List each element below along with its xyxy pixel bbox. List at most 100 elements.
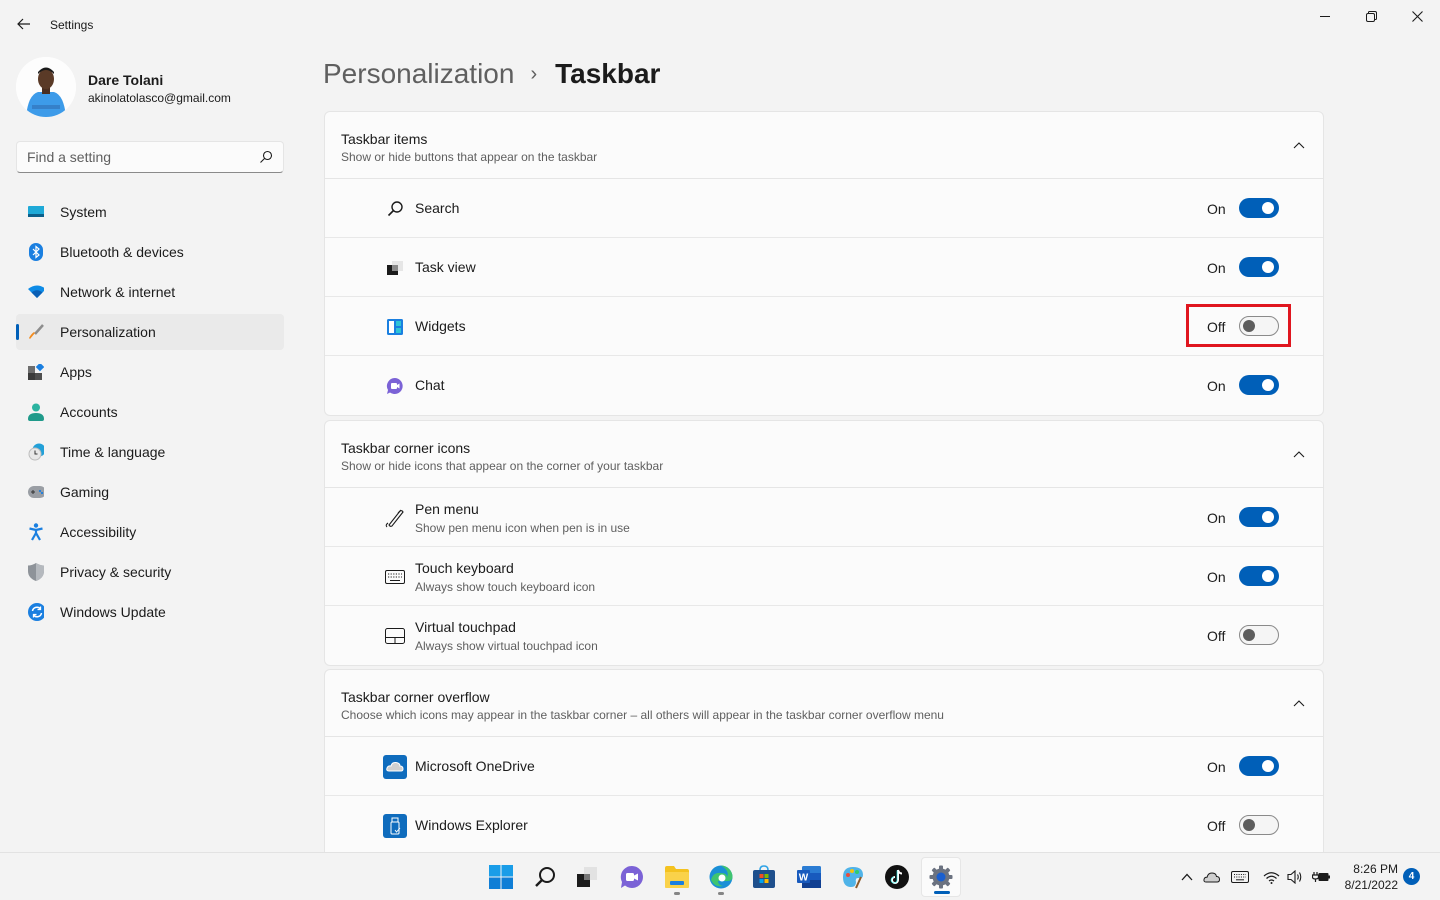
chevron-up-icon[interactable] [1291, 448, 1307, 460]
onedrive-tray-icon[interactable] [1203, 867, 1220, 887]
close-button[interactable] [1394, 0, 1440, 32]
taskbar-store-button[interactable] [744, 857, 784, 897]
apps-icon [28, 364, 44, 380]
running-indicator [718, 892, 724, 895]
sidebar-item-label: Gaming [60, 484, 110, 500]
toggle-state-label: On [1207, 510, 1226, 526]
svg-text:W: W [799, 873, 809, 884]
setting-title: Search [415, 200, 460, 216]
toggle-state-label: Off [1207, 628, 1226, 644]
arrow-left-icon [17, 18, 30, 30]
search-icon [385, 199, 405, 219]
widgets-toggle[interactable] [1239, 316, 1279, 336]
show-hidden-icons-chevron-icon[interactable] [1181, 867, 1193, 887]
running-indicator [674, 892, 680, 895]
taskbar-paint-button[interactable] [833, 857, 873, 897]
paintbrush-icon [28, 324, 44, 340]
section-header[interactable]: Taskbar items Show or hide buttons that … [325, 112, 1323, 179]
onedrive-toggle[interactable] [1239, 756, 1279, 776]
taskbar-clock[interactable]: 8:26 PM 8/21/2022 [1336, 861, 1398, 893]
sidebar-item-label: Network & internet [60, 284, 176, 300]
setting-row-onedrive: Microsoft OneDrive On [325, 737, 1323, 796]
task-view-toggle[interactable] [1239, 257, 1279, 277]
virtual-touchpad-toggle[interactable] [1239, 625, 1279, 645]
chevron-up-icon[interactable] [1291, 139, 1307, 151]
setting-title: Widgets [415, 318, 466, 334]
volume-icon[interactable] [1287, 867, 1304, 887]
taskbar-edge-button[interactable] [701, 857, 741, 897]
section-title: Taskbar corner overflow [341, 689, 490, 705]
sidebar-item-accounts[interactable]: Accounts [16, 394, 284, 430]
wifi-icon[interactable] [1263, 867, 1280, 887]
toggle-state-label: On [1207, 378, 1226, 394]
sidebar-item-time-language[interactable]: Time & language [16, 434, 284, 470]
taskbar-start-button[interactable] [481, 857, 521, 897]
taskbar-file-explorer-button[interactable] [657, 857, 697, 897]
touch-keyboard-tray-icon[interactable] [1231, 867, 1249, 887]
chat-toggle[interactable] [1239, 375, 1279, 395]
sidebar-item-personalization[interactable]: Personalization [16, 314, 284, 350]
sidebar-item-network[interactable]: Network & internet [16, 274, 284, 310]
back-button[interactable] [12, 12, 36, 36]
minimize-button[interactable] [1302, 0, 1348, 32]
chat-icon [620, 865, 643, 888]
taskbar-word-button[interactable]: W [789, 857, 829, 897]
search-input[interactable] [27, 149, 247, 165]
windows-logo-icon [489, 865, 513, 889]
setting-row-windows-explorer: Windows Explorer Off [325, 796, 1323, 855]
sidebar-item-apps[interactable]: Apps [16, 354, 284, 390]
sidebar-item-bluetooth[interactable]: Bluetooth & devices [16, 234, 284, 270]
section-header[interactable]: Taskbar corner overflow Choose which ico… [325, 670, 1323, 737]
taskbar-tiktok-button[interactable] [877, 857, 917, 897]
sidebar-item-label: Accessibility [60, 524, 137, 540]
battery-charging-icon[interactable] [1312, 867, 1330, 887]
taskbar-settings-button[interactable] [921, 857, 961, 897]
bluetooth-icon [28, 243, 44, 261]
pen-menu-toggle[interactable] [1239, 507, 1279, 527]
notification-count-badge[interactable]: 4 [1403, 868, 1420, 885]
taskbar-chat-button[interactable] [612, 857, 652, 897]
gear-icon [929, 865, 953, 889]
setting-subtitle: Always show touch keyboard icon [415, 580, 596, 594]
breadcrumb: Personalization › Taskbar [323, 58, 660, 90]
sidebar-nav: System Bluetooth & devices Network & int… [16, 194, 284, 634]
sidebar-item-windows-update[interactable]: Windows Update [16, 594, 284, 630]
sidebar-item-gaming[interactable]: Gaming [16, 474, 284, 510]
section-subtitle: Show or hide buttons that appear on the … [341, 150, 598, 164]
sidebar-item-label: Windows Update [60, 604, 166, 620]
touch-keyboard-toggle[interactable] [1239, 566, 1279, 586]
setting-row-widgets: Widgets Off [325, 297, 1323, 356]
task-view-icon [385, 258, 405, 278]
search-box [16, 141, 284, 173]
taskbar-task-view-button[interactable] [567, 857, 607, 897]
gamepad-icon [28, 484, 44, 500]
sidebar-item-privacy[interactable]: Privacy & security [16, 554, 284, 590]
monitor-icon [28, 204, 44, 220]
user-photo-icon [16, 57, 76, 117]
sidebar-item-label: Privacy & security [60, 564, 172, 580]
sidebar-item-label: Bluetooth & devices [60, 244, 184, 260]
avatar[interactable] [16, 57, 76, 117]
taskbar: W 8:26 PM 8/21/2022 4 [0, 852, 1440, 900]
paint-palette-icon [843, 867, 863, 889]
chevron-up-icon[interactable] [1291, 697, 1307, 709]
restore-button[interactable] [1348, 0, 1394, 32]
update-icon [28, 603, 44, 621]
search-toggle[interactable] [1239, 198, 1279, 218]
section-header[interactable]: Taskbar corner icons Show or hide icons … [325, 421, 1323, 488]
section-title: Taskbar items [341, 131, 428, 147]
toggle-state-label: On [1207, 201, 1226, 217]
windows-explorer-toggle[interactable] [1239, 815, 1279, 835]
breadcrumb-parent-link[interactable]: Personalization [323, 58, 514, 90]
sidebar-item-system[interactable]: System [16, 194, 284, 230]
setting-row-pen-menu: Pen menu Show pen menu icon when pen is … [325, 488, 1323, 547]
clock-date: 8/21/2022 [1344, 878, 1398, 892]
sidebar-item-accessibility[interactable]: Accessibility [16, 514, 284, 550]
taskbar-search-button[interactable] [525, 857, 565, 897]
word-icon: W [797, 866, 821, 888]
touchpad-icon [385, 626, 405, 646]
search-icon[interactable] [259, 150, 273, 169]
setting-row-virtual-touchpad: Virtual touchpad Always show virtual tou… [325, 606, 1323, 665]
section-title: Taskbar corner icons [341, 440, 471, 456]
toggle-state-label: On [1207, 569, 1226, 585]
